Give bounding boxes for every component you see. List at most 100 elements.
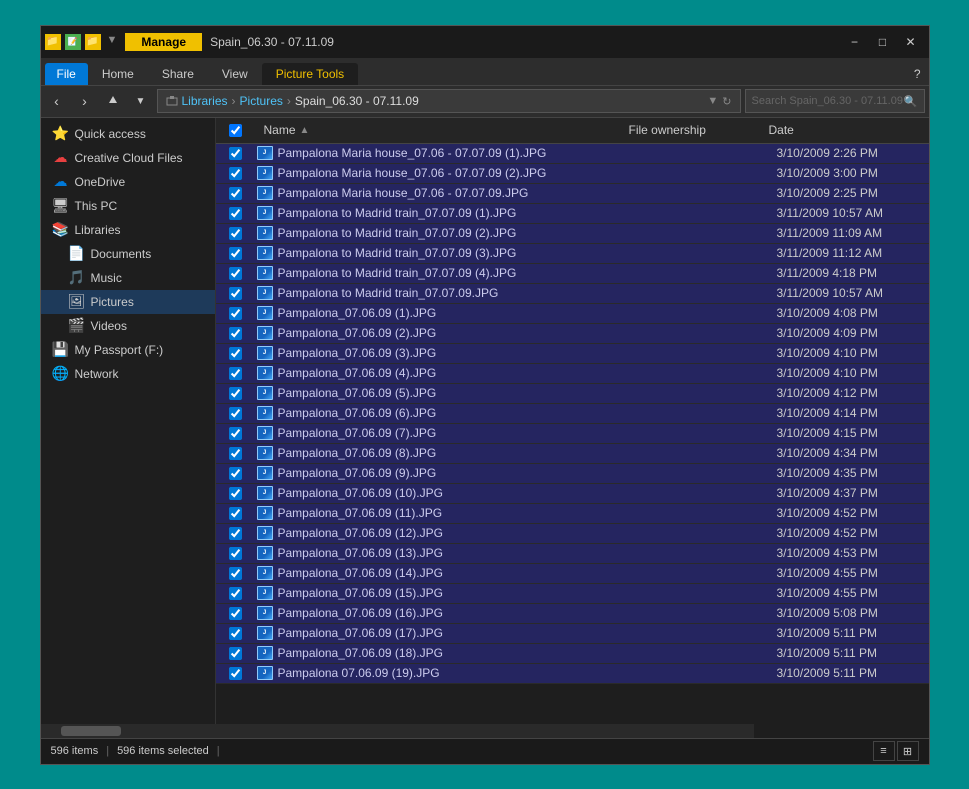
breadcrumb-libraries[interactable]: Libraries <box>182 94 228 108</box>
row-checkbox[interactable] <box>229 247 242 260</box>
row-checkbox[interactable] <box>229 347 242 360</box>
sidebar-item-pictures[interactable]: 🖼 Pictures <box>41 290 215 314</box>
table-row[interactable]: J Pampalona_07.06.09 (13).JPG 3/10/2009 … <box>216 544 929 564</box>
sidebar-item-videos[interactable]: 🎬 Videos <box>41 314 215 338</box>
sidebar-item-libraries[interactable]: 📚 Libraries <box>41 218 215 242</box>
table-row[interactable]: J Pampalona_07.06.09 (10).JPG 3/10/2009 … <box>216 484 929 504</box>
table-row[interactable]: J Pampalona 07.06.09 (19).JPG 3/10/2009 … <box>216 664 929 684</box>
breadcrumb-dropdown[interactable]: ▼ <box>707 95 718 107</box>
row-checkbox[interactable] <box>229 167 242 180</box>
row-checkbox[interactable] <box>229 427 242 440</box>
row-checkbox[interactable] <box>229 667 242 680</box>
horizontal-scrollbar[interactable] <box>41 724 754 738</box>
manage-tab[interactable]: Manage <box>125 33 202 51</box>
view-details-button[interactable]: ≡ <box>873 741 895 761</box>
breadcrumb-current[interactable]: Spain_06.30 - 07.11.09 <box>295 94 419 108</box>
table-row[interactable]: J Pampalona_07.06.09 (17).JPG 3/10/2009 … <box>216 624 929 644</box>
row-checkbox-area <box>216 427 256 440</box>
table-row[interactable]: J Pampalona_07.06.09 (15).JPG 3/10/2009 … <box>216 584 929 604</box>
row-checkbox[interactable] <box>229 367 242 380</box>
sidebar-item-this-pc[interactable]: 🖥 This PC <box>41 194 215 218</box>
sidebar-item-quick-access[interactable]: ⭐ Quick access <box>41 122 215 146</box>
row-checkbox[interactable] <box>229 287 242 300</box>
close-button[interactable]: ✕ <box>897 32 925 52</box>
table-row[interactable]: J Pampalona_07.06.09 (5).JPG 3/10/2009 4… <box>216 384 929 404</box>
row-checkbox[interactable] <box>229 467 242 480</box>
row-checkbox[interactable] <box>229 407 242 420</box>
table-row[interactable]: J Pampalona Maria house_07.06 - 07.07.09… <box>216 164 929 184</box>
table-row[interactable]: J Pampalona_07.06.09 (8).JPG 3/10/2009 4… <box>216 444 929 464</box>
col-header-date[interactable]: Date <box>761 123 921 137</box>
breadcrumb[interactable]: Libraries › Pictures › Spain_06.30 - 07.… <box>157 89 741 113</box>
file-date: 3/10/2009 4:08 PM <box>769 306 929 320</box>
horiz-scroll-thumb[interactable] <box>61 726 121 736</box>
table-row[interactable]: J Pampalona_07.06.09 (18).JPG 3/10/2009 … <box>216 644 929 664</box>
table-row[interactable]: J Pampalona to Madrid train_07.07.09 (4)… <box>216 264 929 284</box>
row-checkbox[interactable] <box>229 207 242 220</box>
up-button[interactable] <box>101 89 125 113</box>
row-checkbox[interactable] <box>229 547 242 560</box>
maximize-button[interactable]: □ <box>869 32 897 52</box>
row-checkbox[interactable] <box>229 607 242 620</box>
breadcrumb-pictures[interactable]: Pictures <box>240 94 283 108</box>
file-list[interactable]: J Pampalona Maria house_07.06 - 07.07.09… <box>216 144 929 724</box>
col-header-name[interactable]: Name ▲ <box>256 123 621 137</box>
row-checkbox[interactable] <box>229 387 242 400</box>
select-all-checkbox[interactable] <box>229 124 242 137</box>
tab-file[interactable]: File <box>45 63 88 85</box>
minimize-button[interactable]: − <box>841 32 869 52</box>
jpg-icon: J <box>257 346 273 360</box>
title-bar-chevron[interactable]: ▼ <box>107 34 118 50</box>
sidebar-item-music[interactable]: 🎵 Music <box>41 266 215 290</box>
search-icon[interactable]: 🔍 <box>904 95 918 108</box>
back-button[interactable]: ‹ <box>45 89 69 113</box>
row-checkbox[interactable] <box>229 147 242 160</box>
recent-locations-button[interactable]: ▼ <box>129 89 153 113</box>
row-checkbox[interactable] <box>229 267 242 280</box>
table-row[interactable]: J Pampalona_07.06.09 (11).JPG 3/10/2009 … <box>216 504 929 524</box>
sidebar-item-creative-cloud[interactable]: ☁ Creative Cloud Files <box>41 146 215 170</box>
tab-view[interactable]: View <box>208 63 262 85</box>
row-checkbox[interactable] <box>229 227 242 240</box>
sidebar-item-documents[interactable]: 📄 Documents <box>41 242 215 266</box>
search-box[interactable]: Search Spain_06.30 - 07.11.09 🔍 <box>745 89 925 113</box>
tab-home[interactable]: Home <box>88 63 148 85</box>
forward-button[interactable]: › <box>73 89 97 113</box>
table-row[interactable]: J Pampalona to Madrid train_07.07.09.JPG… <box>216 284 929 304</box>
row-checkbox[interactable] <box>229 567 242 580</box>
table-row[interactable]: J Pampalona to Madrid train_07.07.09 (3)… <box>216 244 929 264</box>
table-row[interactable]: J Pampalona_07.06.09 (4).JPG 3/10/2009 4… <box>216 364 929 384</box>
table-row[interactable]: J Pampalona_07.06.09 (6).JPG 3/10/2009 4… <box>216 404 929 424</box>
table-row[interactable]: J Pampalona_07.06.09 (3).JPG 3/10/2009 4… <box>216 344 929 364</box>
col-header-ownership[interactable]: File ownership <box>621 123 761 137</box>
sidebar-item-network[interactable]: 🌐 Network <box>41 362 215 386</box>
table-row[interactable]: J Pampalona Maria house_07.06 - 07.07.09… <box>216 184 929 204</box>
table-row[interactable]: J Pampalona_07.06.09 (9).JPG 3/10/2009 4… <box>216 464 929 484</box>
row-checkbox[interactable] <box>229 627 242 640</box>
sidebar-item-onedrive[interactable]: ☁ OneDrive <box>41 170 215 194</box>
tab-share[interactable]: Share <box>148 63 208 85</box>
sidebar-item-my-passport[interactable]: 💾 My Passport (F:) <box>41 338 215 362</box>
help-button[interactable]: ? <box>906 63 929 85</box>
view-tiles-button[interactable]: ⊞ <box>897 741 919 761</box>
row-checkbox[interactable] <box>229 587 242 600</box>
table-row[interactable]: J Pampalona_07.06.09 (14).JPG 3/10/2009 … <box>216 564 929 584</box>
row-checkbox[interactable] <box>229 507 242 520</box>
row-checkbox[interactable] <box>229 187 242 200</box>
table-row[interactable]: J Pampalona to Madrid train_07.07.09 (2)… <box>216 224 929 244</box>
row-checkbox[interactable] <box>229 487 242 500</box>
table-row[interactable]: J Pampalona Maria house_07.06 - 07.07.09… <box>216 144 929 164</box>
row-checkbox[interactable] <box>229 327 242 340</box>
table-row[interactable]: J Pampalona to Madrid train_07.07.09 (1)… <box>216 204 929 224</box>
row-checkbox[interactable] <box>229 527 242 540</box>
table-row[interactable]: J Pampalona_07.06.09 (16).JPG 3/10/2009 … <box>216 604 929 624</box>
refresh-button[interactable]: ↻ <box>722 95 731 108</box>
table-row[interactable]: J Pampalona_07.06.09 (12).JPG 3/10/2009 … <box>216 524 929 544</box>
table-row[interactable]: J Pampalona_07.06.09 (1).JPG 3/10/2009 4… <box>216 304 929 324</box>
row-checkbox[interactable] <box>229 647 242 660</box>
table-row[interactable]: J Pampalona_07.06.09 (7).JPG 3/10/2009 4… <box>216 424 929 444</box>
table-row[interactable]: J Pampalona_07.06.09 (2).JPG 3/10/2009 4… <box>216 324 929 344</box>
row-checkbox[interactable] <box>229 447 242 460</box>
row-checkbox[interactable] <box>229 307 242 320</box>
tab-picture-tools[interactable]: Picture Tools <box>262 63 358 85</box>
